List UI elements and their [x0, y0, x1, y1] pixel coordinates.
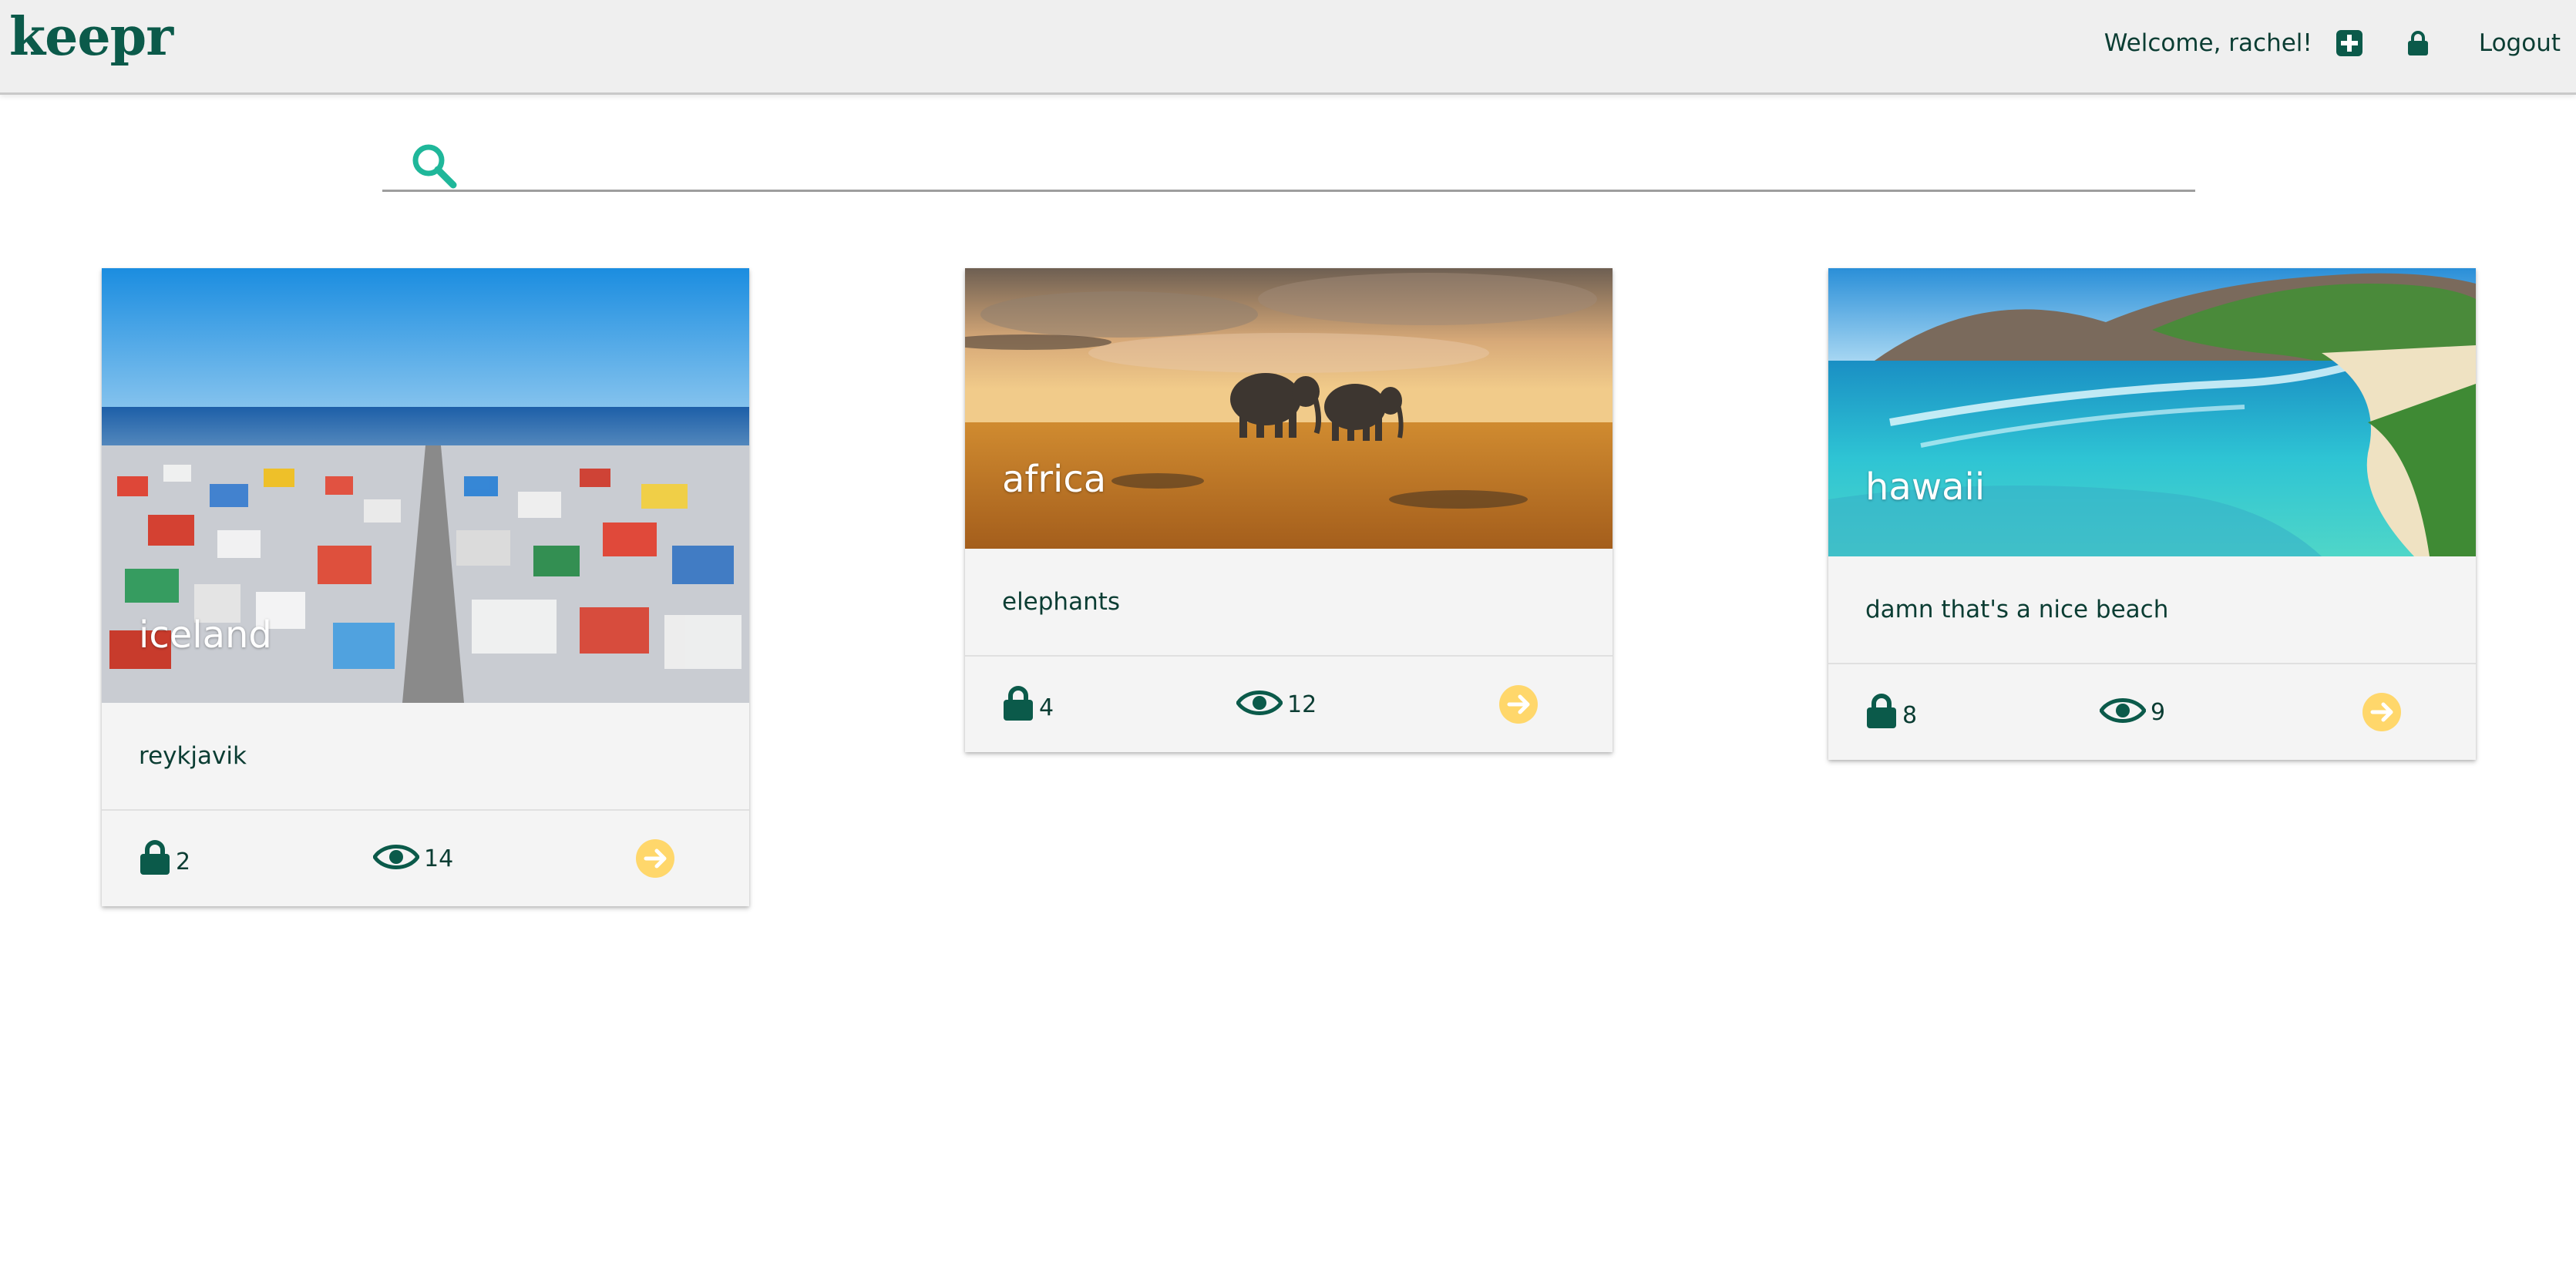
view-count: 14	[424, 845, 454, 872]
card-image: hawaii	[1828, 268, 2476, 556]
logout-link[interactable]: Logout	[2479, 29, 2561, 57]
eye-icon	[373, 845, 419, 869]
card-title: hawaii	[1865, 465, 1986, 509]
view-count: 12	[1287, 691, 1317, 718]
keep-button[interactable]: 4	[1002, 684, 1054, 721]
card-description: elephants	[965, 549, 1613, 657]
welcome-text: Welcome, rachel!	[2104, 29, 2312, 57]
lock-icon	[1004, 686, 1033, 721]
keep-card[interactable]: africa elephants 4 12	[965, 268, 1613, 752]
open-keep-button[interactable]	[635, 838, 675, 879]
card-actions: 4 12	[965, 657, 1613, 752]
eye-icon	[1236, 691, 1283, 715]
arrow-right-circle-icon	[1499, 685, 1538, 724]
search-input[interactable]	[475, 139, 2174, 183]
arrow-right-circle-icon	[2362, 693, 2401, 731]
view-count: 9	[2151, 699, 2166, 726]
plus-square-icon[interactable]	[2336, 29, 2363, 57]
card-description-text: elephants	[1002, 588, 1121, 616]
eye-icon	[2100, 698, 2146, 723]
search-icon[interactable]	[410, 142, 459, 194]
open-keep-button[interactable]	[1498, 684, 1539, 724]
brand-logo[interactable]: keepr	[9, 11, 173, 63]
card-description-text: damn that's a nice beach	[1865, 596, 2169, 623]
keep-count: 4	[1039, 694, 1054, 721]
card-actions: 8 9	[1828, 664, 2476, 760]
keep-count: 2	[176, 848, 191, 875]
card-image: iceland	[102, 268, 749, 703]
lock-icon	[1867, 694, 1896, 728]
keep-card[interactable]: iceland reykjavik 2 14	[102, 268, 749, 906]
card-title: africa	[1002, 458, 1107, 501]
card-title: iceland	[139, 613, 272, 657]
card-description: damn that's a nice beach	[1828, 556, 2476, 664]
card-actions: 2 14	[102, 811, 749, 906]
nav-right: Welcome, rachel! Logout	[2104, 0, 2576, 86]
lock-icon[interactable]	[2406, 30, 2430, 56]
card-description-text: reykjavik	[139, 742, 247, 770]
keep-button[interactable]: 2	[139, 838, 190, 875]
keep-card[interactable]: hawaii damn that's a nice beach 8 9	[1828, 268, 2476, 760]
view-count-group: 12	[1236, 687, 1317, 718]
card-image: africa	[965, 268, 1613, 549]
card-description: reykjavik	[102, 703, 749, 811]
arrow-right-circle-icon	[636, 839, 674, 878]
keep-button[interactable]: 8	[1865, 692, 1917, 729]
keep-count: 8	[1902, 702, 1918, 729]
view-count-group: 14	[373, 842, 453, 872]
navbar: keepr Welcome, rachel! Logout	[0, 0, 2576, 95]
search-bar	[382, 133, 2195, 192]
open-keep-button[interactable]	[2362, 692, 2402, 732]
view-count-group: 9	[2100, 695, 2165, 726]
lock-icon	[140, 840, 170, 875]
